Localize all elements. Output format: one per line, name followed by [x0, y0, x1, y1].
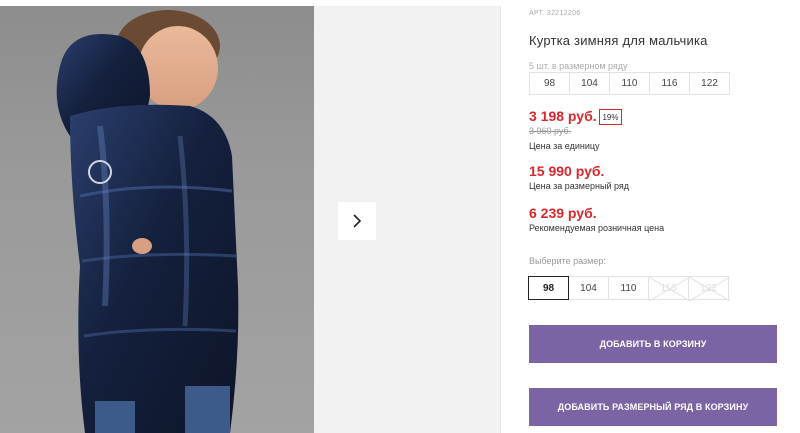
size-option-122: 122 — [688, 276, 730, 301]
product-photo-illustration — [56, 10, 239, 433]
row-price: 15 990 руб. — [529, 163, 605, 179]
pack-size-cell: 122 — [689, 72, 730, 95]
unavailable-cross-icon — [689, 277, 730, 301]
product-title: Куртка зимняя для мальчика — [529, 33, 708, 48]
unit-price-label: Цена за единицу — [529, 141, 600, 151]
product-photo — [0, 6, 314, 433]
product-sku: АРТ. 32212206 — [529, 10, 581, 17]
size-option-98[interactable]: 98 — [528, 276, 569, 300]
product-gallery — [0, 6, 500, 433]
chevron-right-icon — [353, 214, 362, 228]
size-picker-label: Выберите размер: — [529, 256, 606, 266]
add-size-row-to-cart-button[interactable]: ДОБАВИТЬ РАЗМЕРНЫЙ РЯД В КОРЗИНУ — [529, 388, 777, 426]
pack-note: 5 шт. в размерном ряду — [529, 61, 628, 71]
pack-sizes: 98 104 110 116 122 — [529, 72, 730, 95]
unavailable-cross-icon — [649, 277, 690, 301]
pack-size-cell: 104 — [569, 72, 610, 95]
discount-badge: 19% — [599, 109, 622, 125]
size-option-110[interactable]: 110 — [608, 276, 649, 300]
row-price-label: Цена за размерный ряд — [529, 181, 630, 191]
column-divider — [500, 6, 501, 433]
old-price: 3 960 руб. — [529, 126, 572, 136]
pack-size-cell: 110 — [609, 72, 650, 95]
retail-price-label: Рекомендуемая розничная цена — [529, 223, 665, 233]
product-page: АРТ. 32212206 Куртка зимняя для мальчика… — [0, 0, 800, 433]
size-picker: 98 104 110 116 122 — [528, 276, 730, 301]
retail-price: 6 239 руб. — [529, 205, 597, 221]
size-option-104[interactable]: 104 — [568, 276, 609, 300]
gallery-next-button[interactable] — [338, 202, 376, 240]
add-to-cart-button[interactable]: ДОБАВИТЬ В КОРЗИНУ — [529, 325, 777, 363]
pack-size-cell: 98 — [529, 72, 570, 95]
size-option-116: 116 — [648, 276, 690, 301]
unit-price: 3 198 руб. — [529, 108, 597, 124]
pack-size-cell: 116 — [649, 72, 690, 95]
